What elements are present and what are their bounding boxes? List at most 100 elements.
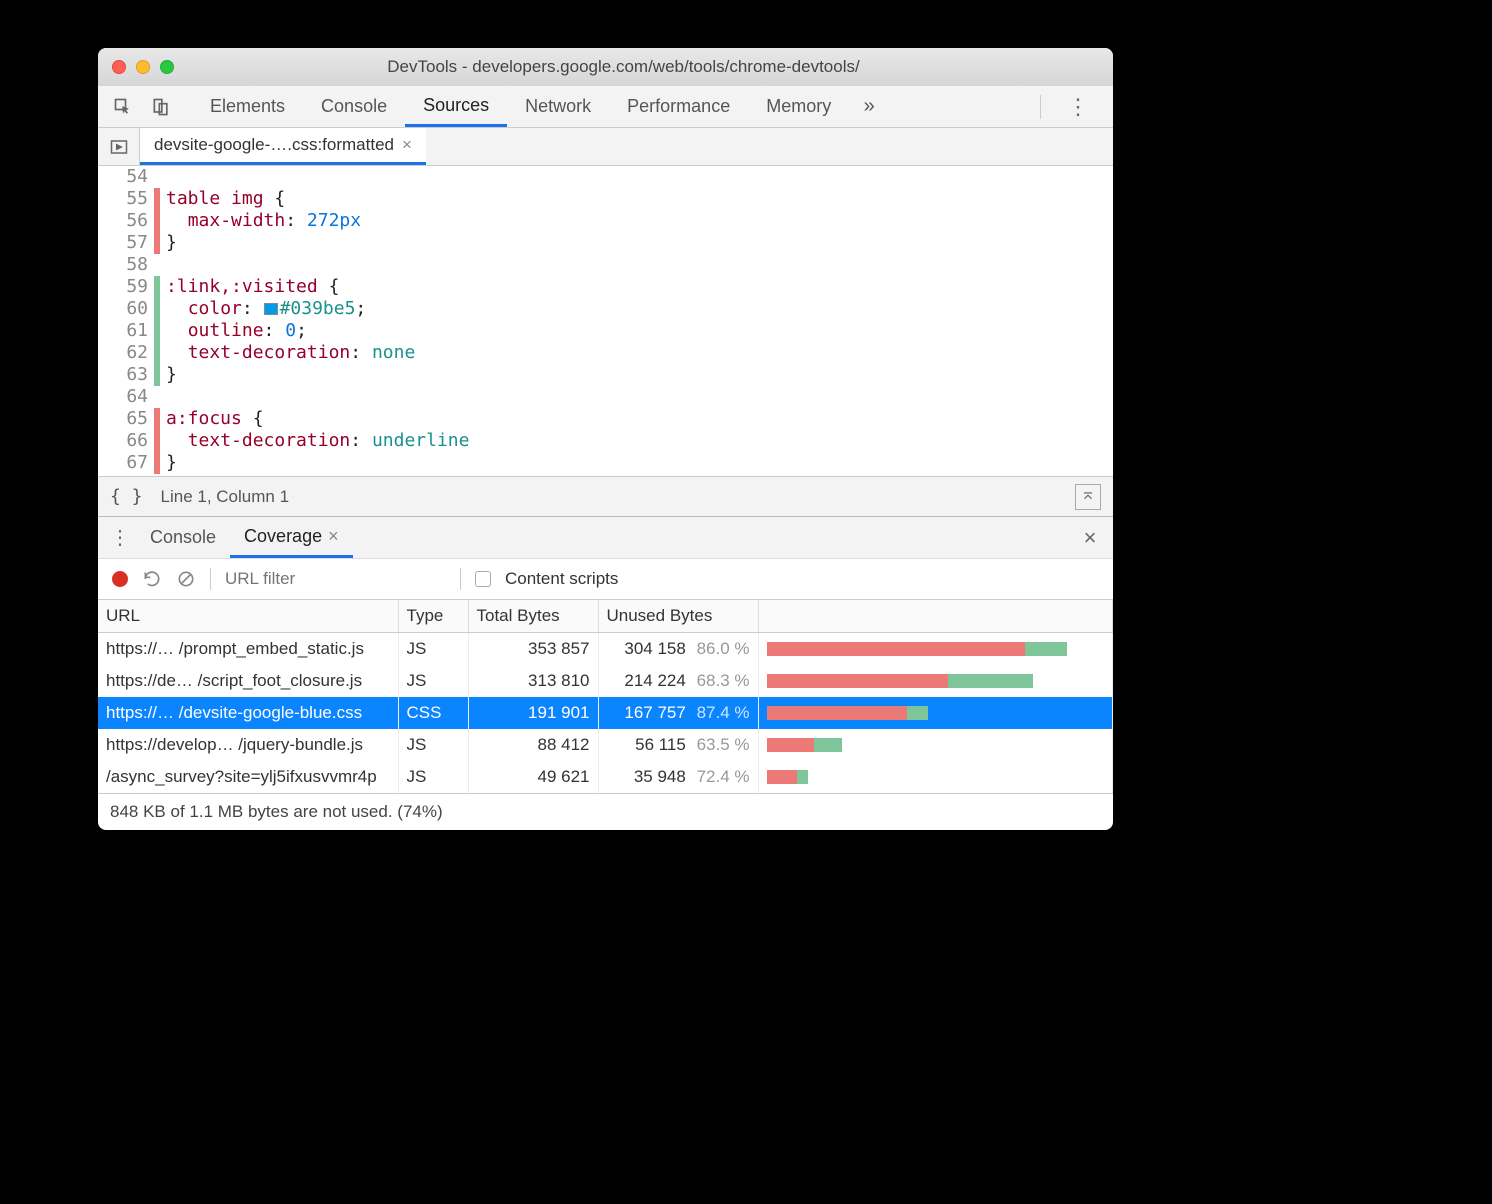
code-line: 66 text-decoration: underline (98, 430, 1113, 452)
content-scripts-checkbox[interactable] (475, 571, 491, 587)
drawer-tab-coverage[interactable]: Coverage× (230, 517, 353, 558)
code-text: outline: 0; (166, 320, 307, 342)
coverage-marker (154, 166, 160, 188)
header-url[interactable]: URL (98, 600, 398, 633)
main-tab-console[interactable]: Console (303, 86, 405, 127)
reload-icon[interactable] (142, 569, 162, 589)
main-tab-memory[interactable]: Memory (748, 86, 849, 127)
line-number[interactable]: 62 (98, 342, 154, 364)
minimize-window-button[interactable] (136, 60, 150, 74)
table-row[interactable]: https://de… /script_foot_closure.jsJS313… (98, 665, 1113, 697)
drawer-tab-label: Console (150, 527, 216, 548)
line-number[interactable]: 58 (98, 254, 154, 276)
window-title: DevTools - developers.google.com/web/too… (192, 57, 1099, 77)
code-text: a:focus { (166, 408, 264, 430)
navigator-up-icon[interactable] (1075, 484, 1101, 510)
color-swatch[interactable] (264, 303, 278, 315)
header-unused[interactable]: Unused Bytes (598, 600, 758, 633)
code-line: 54 (98, 166, 1113, 188)
line-number[interactable]: 64 (98, 386, 154, 408)
clear-icon[interactable] (176, 569, 196, 589)
line-number[interactable]: 65 (98, 408, 154, 430)
cell-total: 49 621 (468, 761, 598, 793)
code-line: 56 max-width: 272px (98, 210, 1113, 232)
main-tab-sources[interactable]: Sources (405, 86, 507, 127)
code-text: color: #039be5; (166, 298, 366, 320)
source-code-viewer[interactable]: 5455table img {56 max-width: 272px57}585… (98, 166, 1113, 476)
drawer-menu-icon[interactable]: ⋮ (104, 517, 136, 558)
coverage-table: URL Type Total Bytes Unused Bytes https:… (98, 600, 1113, 793)
code-text: } (166, 232, 177, 254)
line-number[interactable]: 57 (98, 232, 154, 254)
line-number[interactable]: 56 (98, 210, 154, 232)
window-titlebar: DevTools - developers.google.com/web/too… (98, 48, 1113, 86)
coverage-marker (154, 386, 160, 408)
coverage-marker (154, 188, 160, 210)
line-number[interactable]: 59 (98, 276, 154, 298)
code-text: } (166, 452, 177, 474)
line-number[interactable]: 61 (98, 320, 154, 342)
coverage-toolbar: Content scripts (98, 558, 1113, 600)
cell-unused: 214 224 68.3 % (598, 665, 758, 697)
cell-unused: 304 158 86.0 % (598, 633, 758, 666)
inspect-element-icon[interactable] (104, 86, 142, 127)
traffic-lights (112, 60, 174, 74)
coverage-marker (154, 474, 160, 476)
tabs-overflow-button[interactable]: » (849, 86, 889, 127)
record-button[interactable] (112, 571, 128, 587)
url-filter-input[interactable] (225, 569, 446, 589)
cell-url: https://de… /script_foot_closure.js (98, 665, 398, 697)
code-text: table img { (166, 188, 285, 210)
line-number[interactable]: 68 (98, 474, 154, 476)
cell-type: JS (398, 665, 468, 697)
file-tab-label: devsite-google-….css:formatted (154, 135, 394, 155)
table-row[interactable]: https://develop… /jquery-bundle.jsJS88 4… (98, 729, 1113, 761)
table-row[interactable]: /async_survey?site=ylj5ifxusvvmr4pJS49 6… (98, 761, 1113, 793)
main-tab-performance[interactable]: Performance (609, 86, 748, 127)
file-tab[interactable]: devsite-google-….css:formatted × (140, 128, 426, 165)
cell-bar (758, 633, 1113, 666)
settings-menu-icon[interactable]: ⋮ (1059, 94, 1097, 120)
code-line: 62 text-decoration: none (98, 342, 1113, 364)
cursor-position: Line 1, Column 1 (161, 487, 290, 507)
line-number[interactable]: 67 (98, 452, 154, 474)
main-tab-network[interactable]: Network (507, 86, 609, 127)
device-toolbar-icon[interactable] (142, 86, 180, 127)
divider (1040, 95, 1041, 119)
cell-total: 353 857 (468, 633, 598, 666)
line-number[interactable]: 55 (98, 188, 154, 210)
line-number[interactable]: 66 (98, 430, 154, 452)
cell-bar (758, 697, 1113, 729)
header-total[interactable]: Total Bytes (468, 600, 598, 633)
close-window-button[interactable] (112, 60, 126, 74)
cell-url: https://… /devsite-google-blue.css (98, 697, 398, 729)
main-tab-elements[interactable]: Elements (192, 86, 303, 127)
code-line: 67} (98, 452, 1113, 474)
code-line: 55 table img { (98, 188, 1113, 210)
coverage-summary: 848 KB of 1.1 MB bytes are not used. (74… (98, 793, 1113, 830)
coverage-marker (154, 408, 160, 430)
code-line: 58 (98, 254, 1113, 276)
cell-bar (758, 729, 1113, 761)
line-number[interactable]: 60 (98, 298, 154, 320)
line-number[interactable]: 63 (98, 364, 154, 386)
cell-unused: 167 757 87.4 % (598, 697, 758, 729)
close-drawer-icon[interactable]: × (1073, 517, 1107, 558)
coverage-marker (154, 298, 160, 320)
navigator-toggle-icon[interactable] (98, 128, 140, 165)
header-type[interactable]: Type (398, 600, 468, 633)
close-drawer-tab-icon[interactable]: × (328, 526, 339, 547)
coverage-marker (154, 210, 160, 232)
cell-total: 88 412 (468, 729, 598, 761)
close-tab-icon[interactable]: × (402, 135, 412, 155)
code-line: 61 outline: 0; (98, 320, 1113, 342)
table-row[interactable]: https://… /prompt_embed_static.jsJS353 8… (98, 633, 1113, 666)
table-row[interactable]: https://… /devsite-google-blue.cssCSS191… (98, 697, 1113, 729)
maximize-window-button[interactable] (160, 60, 174, 74)
drawer-tab-console[interactable]: Console (136, 517, 230, 558)
pretty-print-icon[interactable]: { } (110, 486, 143, 507)
divider (460, 568, 461, 590)
code-line: 64 (98, 386, 1113, 408)
line-number[interactable]: 54 (98, 166, 154, 188)
code-line: 60 color: #039be5; (98, 298, 1113, 320)
